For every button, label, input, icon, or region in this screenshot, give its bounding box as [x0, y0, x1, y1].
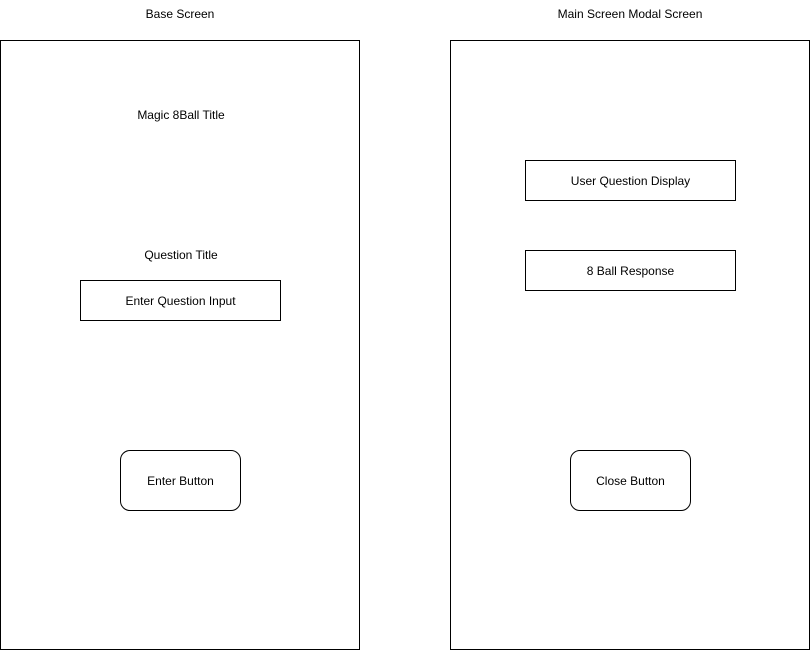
user-question-display: User Question Display	[525, 160, 736, 201]
base-screen-frame: Magic 8Ball Title Question Title Enter Q…	[0, 40, 360, 650]
modal-screen-frame: User Question Display 8 Ball Response Cl…	[450, 40, 810, 650]
modal-screen-label: Main Screen Modal Screen	[557, 7, 703, 21]
base-screen-label: Base Screen	[145, 7, 215, 21]
magic-8ball-title: Magic 8Ball Title	[137, 108, 225, 122]
close-button[interactable]: Close Button	[570, 450, 691, 511]
question-title: Question Title	[144, 248, 218, 262]
ball-response-display: 8 Ball Response	[525, 250, 736, 291]
enter-button[interactable]: Enter Button	[120, 450, 241, 511]
question-input[interactable]: Enter Question Input	[80, 280, 281, 321]
